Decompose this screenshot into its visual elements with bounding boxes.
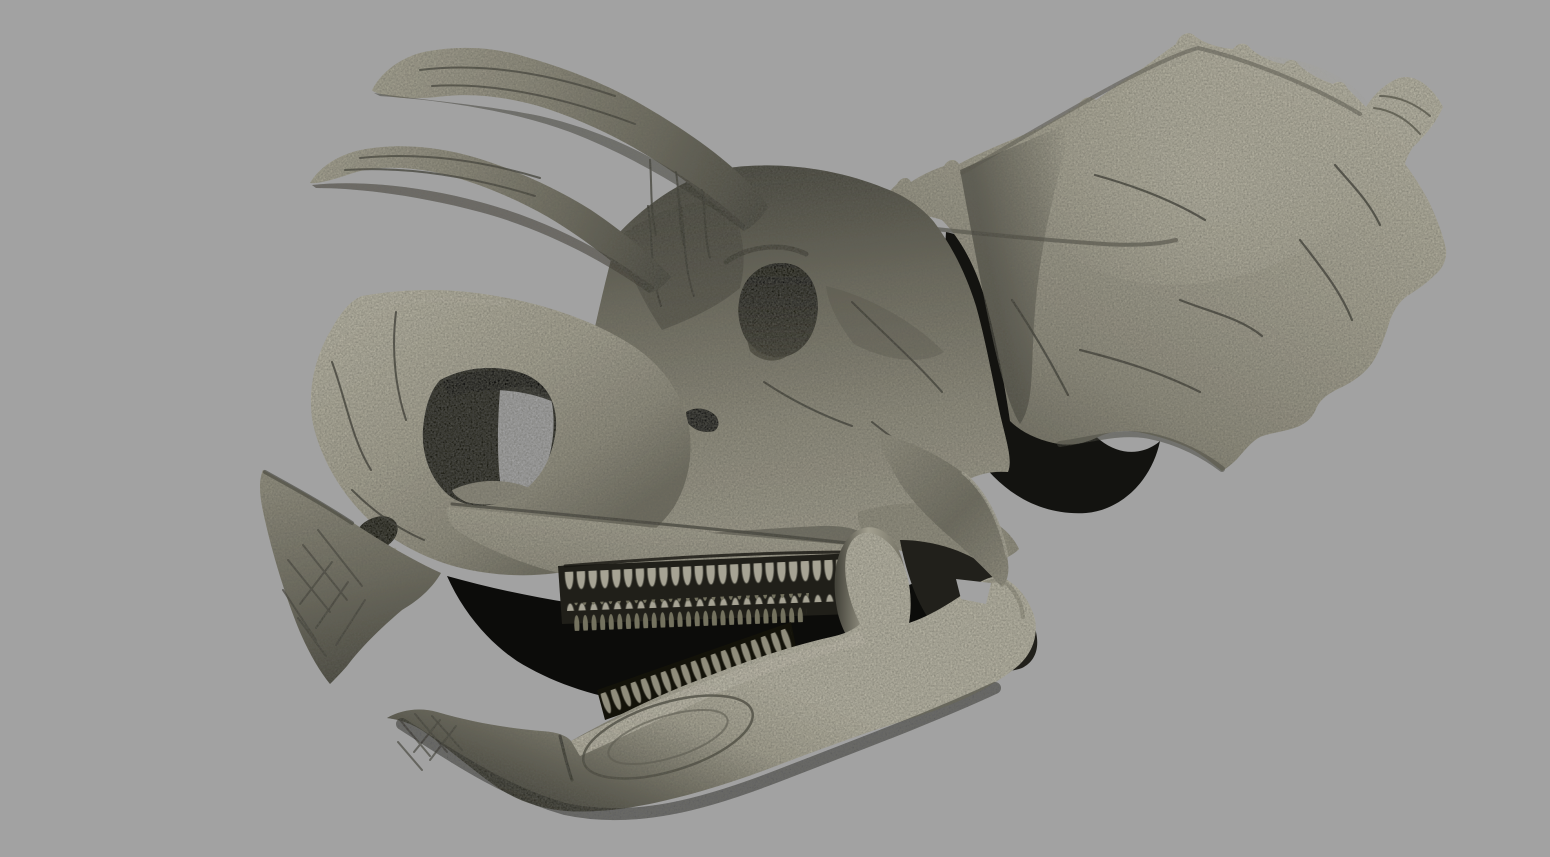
render-viewport xyxy=(0,0,1550,857)
skull-render xyxy=(0,0,1550,857)
